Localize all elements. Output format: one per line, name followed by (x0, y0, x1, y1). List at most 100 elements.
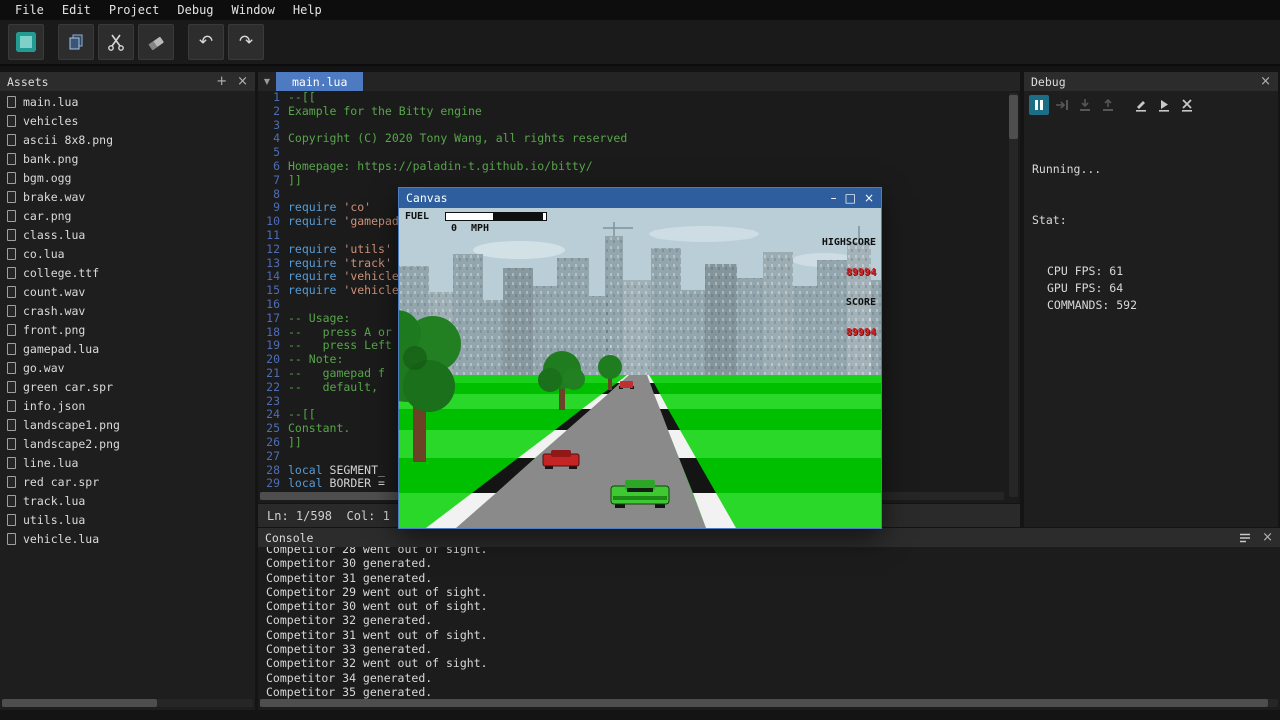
asset-item[interactable]: utils.lua (0, 510, 255, 529)
pause-button[interactable] (1029, 95, 1049, 115)
menu-item-help[interactable]: Help (284, 1, 331, 19)
debug-toolbar (1024, 91, 1278, 119)
scrollbar-thumb[interactable] (2, 699, 157, 707)
asset-item[interactable]: landscape1.png (0, 415, 255, 434)
close-debug-button[interactable]: × (1260, 75, 1271, 88)
cut-button[interactable] (98, 24, 134, 60)
step-out-icon (1100, 97, 1116, 113)
step-over-button[interactable] (1052, 95, 1072, 115)
code-text: require 'vehicles' (288, 283, 413, 297)
console-line: Competitor 35 generated. (266, 685, 1280, 699)
game-scene (399, 208, 881, 528)
menu-item-edit[interactable]: Edit (53, 1, 100, 19)
asset-item[interactable]: go.wav (0, 358, 255, 377)
asset-label: main.lua (23, 95, 78, 109)
step-out-button[interactable] (1098, 95, 1118, 115)
asset-item[interactable]: line.lua (0, 453, 255, 472)
code-line[interactable]: 7]] (258, 174, 1006, 188)
copy-button[interactable] (58, 24, 94, 60)
add-asset-button[interactable]: + (216, 75, 227, 88)
edit-breakpoints-icon (1133, 97, 1149, 113)
step-into-icon (1077, 97, 1093, 113)
paste-button[interactable] (138, 24, 174, 60)
stat-label: Stat: (1032, 212, 1270, 229)
asset-item[interactable]: vehicle.lua (0, 529, 255, 548)
line-number: 14 (258, 270, 288, 284)
asset-item[interactable]: bank.png (0, 149, 255, 168)
code-line[interactable]: 4Copyright (C) 2020 Tony Wang, all right… (258, 132, 1006, 146)
close-canvas-button[interactable]: × (864, 191, 874, 205)
asset-item[interactable]: brake.wav (0, 187, 255, 206)
asset-label: gamepad.lua (23, 342, 99, 356)
assets-hscrollbar[interactable] (2, 699, 253, 707)
run-button[interactable] (8, 24, 44, 60)
menubar: FileEditProjectDebugWindowHelp (0, 0, 1280, 20)
console-hscrollbar[interactable] (260, 699, 1278, 707)
console-options-button[interactable] (1238, 531, 1252, 545)
asset-item[interactable]: front.png (0, 320, 255, 339)
file-icon (7, 419, 16, 431)
line-number: 9 (258, 201, 288, 215)
code-line[interactable]: 1--[[ (258, 91, 1006, 105)
line-number: 18 (258, 326, 288, 340)
code-line[interactable]: 2Example for the Bitty engine (258, 105, 1006, 119)
file-icon (7, 381, 16, 393)
line-number: 3 (258, 119, 288, 133)
scrollbar-thumb[interactable] (1009, 95, 1018, 139)
code-line[interactable]: 5 (258, 146, 1006, 160)
asset-item[interactable]: co.lua (0, 244, 255, 263)
console-line: Competitor 32 generated. (266, 613, 1280, 627)
undo-button[interactable]: ↶ (188, 24, 224, 60)
asset-item[interactable]: car.png (0, 206, 255, 225)
step-into-button[interactable] (1075, 95, 1095, 115)
asset-item[interactable]: bgm.ogg (0, 168, 255, 187)
clear-breakpoints-button[interactable] (1177, 95, 1197, 115)
asset-item[interactable]: count.wav (0, 282, 255, 301)
file-icon (7, 115, 16, 127)
asset-item[interactable]: class.lua (0, 225, 255, 244)
code-text: Homepage: https://paladin-t.github.io/bi… (288, 159, 593, 173)
asset-item[interactable]: green car.spr (0, 377, 255, 396)
redo-button[interactable]: ↷ (228, 24, 264, 60)
asset-item[interactable]: track.lua (0, 491, 255, 510)
console-line: Competitor 31 generated. (266, 571, 1280, 585)
tab-list-button[interactable]: ▼ (258, 72, 276, 91)
asset-label: vehicle.lua (23, 532, 99, 546)
line-number: 15 (258, 284, 288, 298)
menu-item-project[interactable]: Project (100, 1, 169, 19)
close-console-button[interactable]: × (1262, 531, 1273, 544)
asset-label: red car.spr (23, 475, 99, 489)
asset-item[interactable]: landscape2.png (0, 434, 255, 453)
asset-item[interactable]: vehicles (0, 111, 255, 130)
minimize-button[interactable]: – (831, 191, 837, 205)
tab-main-lua[interactable]: main.lua (276, 72, 363, 91)
scrollbar-thumb[interactable] (260, 699, 1268, 707)
file-icon (7, 96, 16, 108)
code-line[interactable]: 6Homepage: https://paladin-t.github.io/b… (258, 160, 1006, 174)
asset-item[interactable]: gamepad.lua (0, 339, 255, 358)
menu-item-file[interactable]: File (6, 1, 53, 19)
file-icon (7, 286, 16, 298)
menu-item-window[interactable]: Window (223, 1, 284, 19)
asset-item[interactable]: college.ttf (0, 263, 255, 282)
enable-breakpoints-button[interactable] (1154, 95, 1174, 115)
asset-item[interactable]: info.json (0, 396, 255, 415)
edit-breakpoints-button[interactable] (1131, 95, 1151, 115)
asset-item[interactable]: main.lua (0, 92, 255, 111)
asset-item[interactable]: red car.spr (0, 472, 255, 491)
code-line[interactable]: 3 (258, 119, 1006, 133)
asset-item[interactable]: crash.wav (0, 301, 255, 320)
file-icon (7, 172, 16, 184)
asset-item[interactable]: ascii 8x8.png (0, 130, 255, 149)
file-icon (7, 134, 16, 146)
debug-panel: Debug × Running... Stat: CPU FPS: 61GPU … (1024, 72, 1278, 527)
menu-item-debug[interactable]: Debug (168, 1, 222, 19)
maximize-button[interactable]: □ (845, 191, 856, 205)
close-assets-button[interactable]: × (237, 75, 248, 88)
code-text: require 'gamepad' (288, 214, 406, 228)
game-viewport[interactable]: FUEL 0 MPH HIGHSCORE 89994 SCORE 89994 (399, 208, 881, 528)
line-number: 7 (258, 174, 288, 188)
canvas-titlebar[interactable]: Canvas – □ × (399, 188, 881, 208)
editor-vscrollbar[interactable] (1009, 93, 1018, 497)
code-text: Example for the Bitty engine (288, 104, 482, 118)
